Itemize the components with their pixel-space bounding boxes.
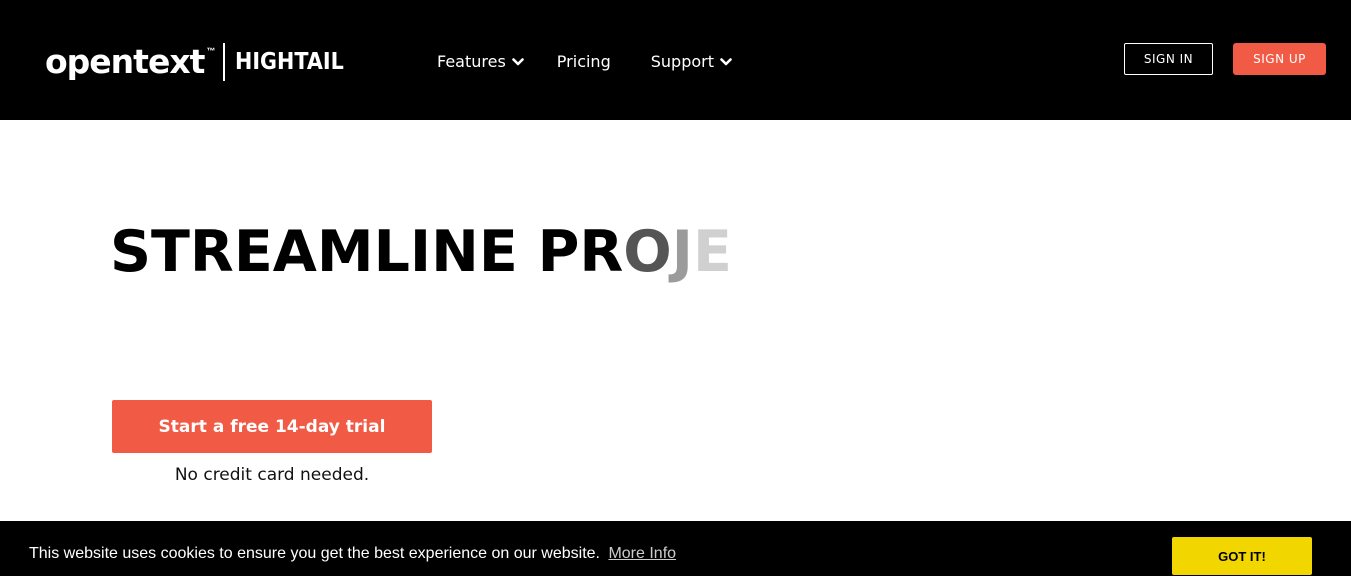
nav-support-label: Support [650, 52, 714, 71]
main-nav: Features Pricing Support [437, 52, 732, 71]
start-free-trial-button[interactable]: Start a free 14-day trial [112, 400, 432, 453]
chevron-down-icon [720, 57, 732, 67]
cookie-banner: This website uses cookies to ensure you … [0, 521, 1351, 576]
brand-logo[interactable]: opentext ™ HIGHTAIL [45, 40, 356, 84]
trademark-symbol: ™ [206, 46, 216, 56]
cookie-accept-button[interactable]: GOT IT! [1172, 537, 1312, 575]
hero-title: STREAMLINE PROJE [110, 218, 732, 286]
no-credit-card-note: No credit card needed. [174, 465, 370, 485]
opentext-logo-text: opentext [45, 42, 205, 81]
nav-features[interactable]: Features [437, 52, 524, 71]
nav-pricing[interactable]: Pricing [557, 52, 611, 71]
hero-title-solid: STREAMLINE PR [110, 219, 624, 285]
hero-title-typing-char: E [692, 219, 732, 285]
cookie-message-text: This website uses cookies to ensure you … [29, 545, 600, 562]
more-info-link[interactable]: More Info [608, 545, 676, 562]
cookie-message: This website uses cookies to ensure you … [29, 545, 676, 563]
site-header: opentext ™ HIGHTAIL Features Pricing Sup… [0, 0, 1351, 120]
hero-title-typing-char: O [623, 219, 672, 285]
nav-pricing-label: Pricing [556, 52, 611, 71]
logo-divider [223, 43, 226, 81]
nav-features-label: Features [437, 52, 506, 71]
hero-title-typing-char: J [671, 219, 693, 285]
nav-support[interactable]: Support [651, 52, 732, 71]
chevron-down-icon [511, 57, 524, 67]
sign-up-button[interactable]: SIGN UP [1233, 43, 1326, 75]
sign-in-button[interactable]: SIGN IN [1124, 43, 1213, 75]
hightail-logo-text: HIGHTAIL [235, 49, 345, 75]
